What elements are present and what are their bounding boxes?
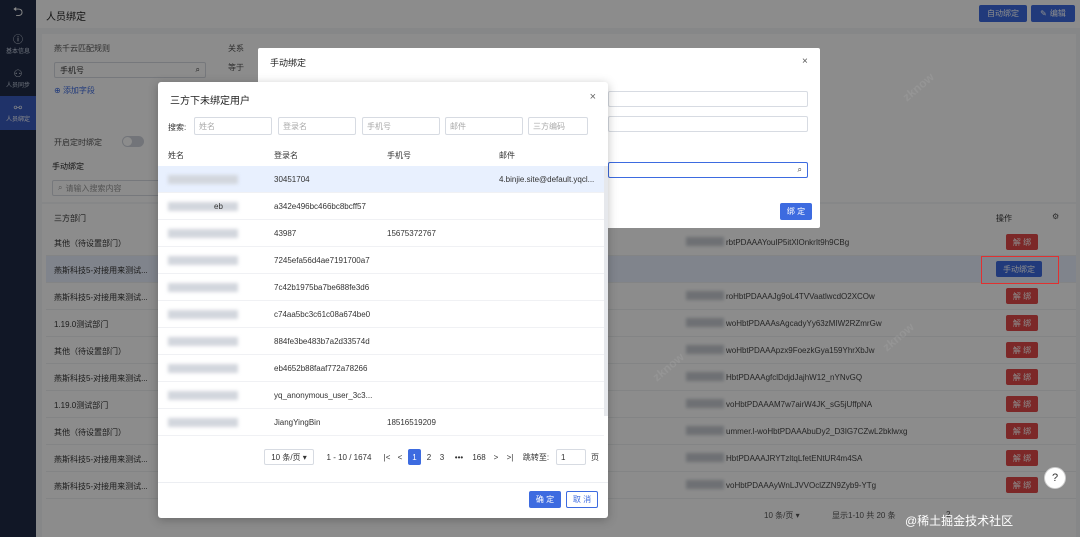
phone-cell: 18516519209 <box>387 418 436 427</box>
close-icon[interactable]: × <box>590 91 596 103</box>
phone-cell: 15675372767 <box>387 229 436 238</box>
page-last-number[interactable]: 168 <box>470 449 488 465</box>
table-row[interactable]: eb a342e496bc466bc8bcff57 <box>158 193 604 220</box>
page-ellipsis[interactable]: ••• <box>452 449 466 465</box>
col-email: 邮件 <box>499 151 515 160</box>
masked-name <box>168 337 238 346</box>
masked-name <box>168 229 238 238</box>
filter-phone[interactable]: 手机号 <box>362 117 440 135</box>
page-3[interactable]: 3 <box>437 449 447 465</box>
unbound-users-dialog: 三方下未绑定用户 × 搜索: 姓名 登录名 手机号 邮件 三方编码 姓名 登录名… <box>158 82 608 518</box>
page-unit: 页 <box>591 452 599 462</box>
last-page-button[interactable]: >| <box>504 449 516 465</box>
masked-name <box>168 310 238 319</box>
email-cell: 4.binjie.site@default.yqcl... <box>499 175 595 184</box>
page-range: 1 - 10 / 1674 <box>326 452 372 462</box>
table-row[interactable]: 30451704 4.binjie.site@default.yqcl... <box>158 166 604 193</box>
first-page-button[interactable]: |< <box>382 449 392 465</box>
login-cell: JiangYingBin <box>274 418 321 427</box>
help-button[interactable]: ? <box>1044 467 1066 489</box>
table-row[interactable]: JiangYingBin 18516519209 <box>158 409 604 436</box>
manual-field-1[interactable] <box>608 91 808 107</box>
table-row[interactable]: yq_anonymous_user_3c3... <box>158 382 604 409</box>
table-row[interactable]: 884fe3be483b7a2d33574d <box>158 328 604 355</box>
masked-name <box>168 364 238 373</box>
login-cell: 884fe3be483b7a2d33574d <box>274 337 370 346</box>
col-login: 登录名 <box>274 151 298 160</box>
cancel-button[interactable]: 取 消 <box>566 491 598 508</box>
page-1[interactable]: 1 <box>408 449 421 465</box>
search-label: 搜索: <box>168 123 187 132</box>
name-cell: eb <box>214 202 223 211</box>
source-credit: @稀土掘金技术社区 <box>905 514 1014 528</box>
manual-bind-title: 手动绑定 <box>270 58 307 68</box>
login-cell: yq_anonymous_user_3c3... <box>274 391 373 400</box>
highlight-box <box>981 256 1059 284</box>
col-name: 姓名 <box>168 151 184 160</box>
login-cell: 7245efa56d4ae7191700a7 <box>274 256 370 265</box>
masked-name <box>168 175 238 184</box>
col-phone: 手机号 <box>387 151 411 160</box>
jump-label: 跳转至: <box>522 452 550 462</box>
login-cell: a342e496bc466bc8bcff57 <box>274 202 366 211</box>
next-page-button[interactable]: > <box>491 449 501 465</box>
table-scrollbar[interactable] <box>604 166 608 416</box>
filter-email[interactable]: 邮件 <box>445 117 523 135</box>
table-row[interactable]: 43987 15675372767 <box>158 220 604 247</box>
login-cell: eb4652b88faaf772a78266 <box>274 364 368 373</box>
confirm-button[interactable]: 确 定 <box>529 491 561 508</box>
bind-button[interactable]: 绑 定 <box>780 203 812 220</box>
masked-name <box>168 256 238 265</box>
prev-page-button[interactable]: < <box>395 449 405 465</box>
filter-name[interactable]: 姓名 <box>194 117 272 135</box>
table-row[interactable]: 7c42b1975ba7be688fe3d6 <box>158 274 604 301</box>
masked-name <box>168 391 238 400</box>
login-cell: 43987 <box>274 229 297 238</box>
table-header: 姓名 登录名 手机号 邮件 <box>158 146 608 164</box>
jump-input[interactable]: 1 <box>556 449 586 465</box>
table-row[interactable]: c74aa5bc3c61c08a674be0 <box>158 301 604 328</box>
close-icon[interactable]: × <box>802 56 808 67</box>
filter-third-party-code[interactable]: 三方编码 <box>528 117 588 135</box>
masked-name <box>168 202 238 211</box>
search-icon: ⌕ <box>797 165 802 174</box>
manual-user-select[interactable]: ⌕ <box>608 162 808 178</box>
filter-login[interactable]: 登录名 <box>278 117 356 135</box>
table-row[interactable]: eb4652b88faaf772a78266 <box>158 355 604 382</box>
login-cell: 30451704 <box>274 175 310 184</box>
page-2[interactable]: 2 <box>424 449 434 465</box>
masked-name <box>168 418 238 427</box>
masked-name <box>168 283 238 292</box>
dialog-title: 三方下未绑定用户 <box>170 96 250 107</box>
dialog-footer-divider <box>158 482 608 483</box>
login-cell: 7c42b1975ba7be688fe3d6 <box>274 283 370 292</box>
manual-field-2[interactable] <box>608 116 808 132</box>
table-row[interactable]: 7245efa56d4ae7191700a7 <box>158 247 604 274</box>
login-cell: c74aa5bc3c61c08a674be0 <box>274 310 371 319</box>
page-size-select[interactable]: 10 条/页 ▾ <box>264 449 314 465</box>
